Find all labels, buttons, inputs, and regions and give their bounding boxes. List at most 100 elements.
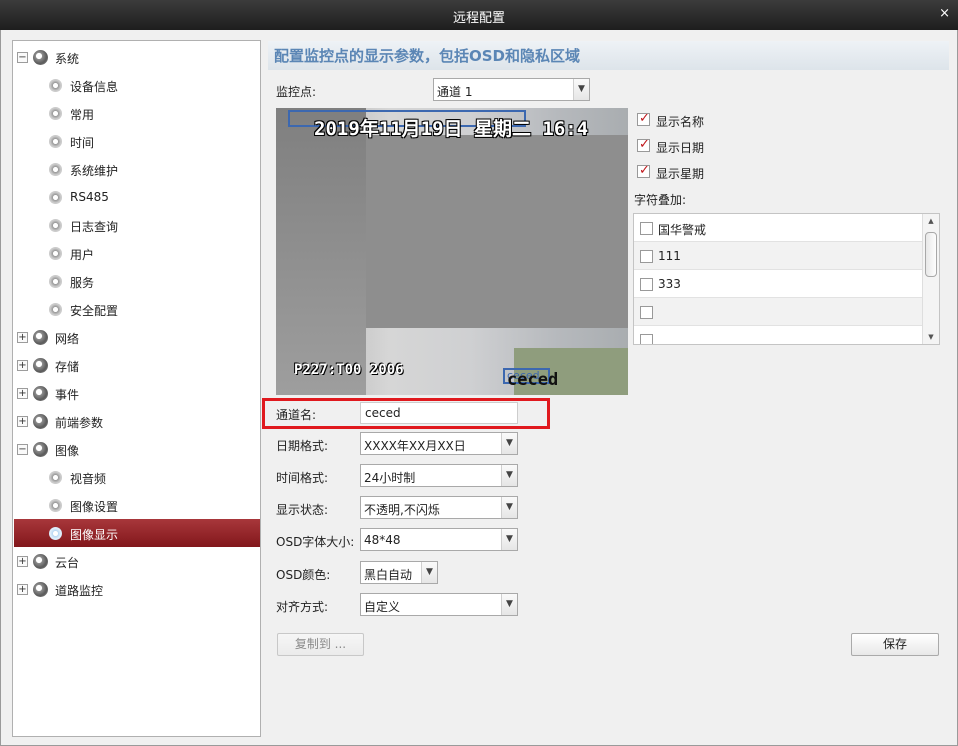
tree-item-log-query[interactable]: 日志查询 [13, 211, 260, 239]
show-week-checkbox[interactable] [637, 163, 650, 178]
tree-item-image-settings[interactable]: 图像设置 [13, 491, 260, 519]
overlay-checkbox[interactable] [640, 250, 653, 263]
collapse-icon[interactable]: − [17, 52, 28, 63]
tree-item-maintenance[interactable]: 系统维护 [13, 155, 260, 183]
scroll-up-icon[interactable]: ▲ [923, 214, 939, 228]
list-item[interactable]: 333 [634, 270, 922, 298]
expand-icon[interactable]: + [17, 556, 28, 567]
alignment-select[interactable]: 自定义 ▼ [360, 593, 518, 616]
tree-node-system[interactable]: − 系统 [13, 43, 260, 71]
tree-item-label: 安全配置 [70, 304, 119, 318]
tree-item-time[interactable]: 时间 [13, 127, 260, 155]
expand-icon[interactable]: + [17, 360, 28, 371]
scroll-thumb[interactable] [925, 232, 937, 277]
tree-item-label: 设备信息 [70, 80, 119, 94]
show-name-checkbox[interactable] [637, 111, 650, 126]
tree-item-label: 用户 [70, 248, 95, 262]
show-date-checkbox[interactable] [637, 137, 650, 152]
gear-icon [49, 303, 62, 316]
expand-icon[interactable]: + [17, 416, 28, 427]
copy-to-button[interactable]: 复制到 ... [277, 633, 364, 656]
expand-icon[interactable]: + [17, 388, 28, 399]
overlay-checkbox[interactable] [640, 222, 653, 235]
channel-name-field[interactable] [360, 402, 518, 424]
tree-node-frontend-params[interactable]: + 前端参数 [13, 407, 260, 435]
display-state-value: 不透明,不闪烁 [364, 503, 440, 517]
expand-icon[interactable]: + [17, 584, 28, 595]
list-item[interactable]: 111 [634, 242, 922, 270]
gear-icon [49, 191, 62, 204]
monitor-point-label: 监控点: [276, 85, 317, 99]
time-format-value: 24小时制 [364, 471, 416, 485]
config-tree: − 系统 设备信息 常用 时间 系统维护 RS485 日志查询 用户 服务 安全… [12, 40, 261, 737]
gear-icon [49, 219, 62, 232]
tree-item-label: 服务 [70, 276, 95, 290]
tree-node-ptz[interactable]: + 云台 [13, 547, 260, 575]
tree-item-video-audio[interactable]: 视音频 [13, 463, 260, 491]
gear-icon [49, 471, 62, 484]
show-date-label: 显示日期 [656, 141, 705, 155]
gear-icon [49, 107, 62, 120]
chevron-down-icon: ▼ [501, 529, 517, 550]
tree-item-label: 常用 [70, 108, 95, 122]
close-icon[interactable]: × [939, 6, 950, 21]
chevron-down-icon: ▼ [501, 594, 517, 615]
scroll-down-icon[interactable]: ▼ [923, 330, 939, 344]
tree-node-label: 道路监控 [55, 584, 104, 598]
overlay-checkbox[interactable] [640, 278, 653, 291]
list-item[interactable]: 国华警戒 [634, 214, 922, 242]
tree-node-label: 系统 [55, 52, 80, 66]
display-state-select[interactable]: 不透明,不闪烁 ▼ [360, 496, 518, 519]
overlay-checkbox[interactable] [640, 334, 653, 344]
section-header: 配置监控点的显示参数，包括OSD和隐私区域 [268, 41, 949, 70]
tree-node-network[interactable]: + 网络 [13, 323, 260, 351]
gear-group-icon [33, 414, 48, 429]
list-item[interactable] [634, 298, 922, 326]
date-format-value: XXXX年XX月XX日 [364, 439, 466, 453]
gear-group-icon [33, 358, 48, 373]
chevron-down-icon: ▼ [421, 562, 437, 583]
tree-item-security[interactable]: 安全配置 [13, 295, 260, 323]
osd-font-size-select[interactable]: 48*48 ▼ [360, 528, 518, 551]
gear-group-icon [33, 582, 48, 597]
gear-icon [49, 135, 62, 148]
osd-font-size-label: OSD字体大小: [276, 535, 355, 549]
time-format-select[interactable]: 24小时制 ▼ [360, 464, 518, 487]
tree-item-label: 日志查询 [70, 220, 119, 234]
collapse-icon[interactable]: − [17, 444, 28, 455]
tree-node-events[interactable]: + 事件 [13, 379, 260, 407]
osd-color-select[interactable]: 黑白自动 ▼ [360, 561, 438, 584]
tree-item-device-info[interactable]: 设备信息 [13, 71, 260, 99]
tree-node-storage[interactable]: + 存储 [13, 351, 260, 379]
date-format-select[interactable]: XXXX年XX月XX日 ▼ [360, 432, 518, 455]
save-button[interactable]: 保存 [851, 633, 939, 656]
overlay-checkbox[interactable] [640, 306, 653, 319]
gear-group-icon [33, 330, 48, 345]
video-preview[interactable]: 2019年11月19日 星期二 16:4 P227:T00 2006 ceced… [276, 108, 628, 395]
alignment-label: 对齐方式: [276, 600, 329, 614]
tree-item-rs485[interactable]: RS485 [13, 183, 260, 211]
channel-name-label: 通道名: [276, 408, 317, 422]
tree-item-services[interactable]: 服务 [13, 267, 260, 295]
channel-name-input[interactable] [361, 403, 517, 423]
tree-item-image-display[interactable]: 图像显示 [14, 519, 260, 547]
tree-node-image[interactable]: − 图像 [13, 435, 260, 463]
osd-name-text: ceced [507, 370, 559, 390]
text-overlay-list: 国华警戒 111 333 ▲ ▼ [633, 213, 940, 345]
tree-item-general[interactable]: 常用 [13, 99, 260, 127]
expand-icon[interactable]: + [17, 332, 28, 343]
overlay-scrollbar[interactable]: ▲ ▼ [922, 214, 939, 344]
privacy-mask-region[interactable] [366, 135, 628, 328]
tree-node-road-monitoring[interactable]: + 道路监控 [13, 575, 260, 603]
tree-item-label: RS485 [70, 190, 109, 204]
monitor-point-select[interactable]: 通道 1 ▼ [433, 78, 590, 101]
osd-overlay-text: P227:T00 2006 [294, 362, 404, 378]
tree-item-label: 系统维护 [70, 164, 119, 178]
tree-item-users[interactable]: 用户 [13, 239, 260, 267]
list-item[interactable] [634, 326, 922, 344]
gear-icon [49, 247, 62, 260]
overlay-text: 333 [658, 277, 681, 291]
display-state-label: 显示状态: [276, 503, 329, 517]
gear-icon [49, 499, 62, 512]
tree-item-label: 时间 [70, 136, 95, 150]
